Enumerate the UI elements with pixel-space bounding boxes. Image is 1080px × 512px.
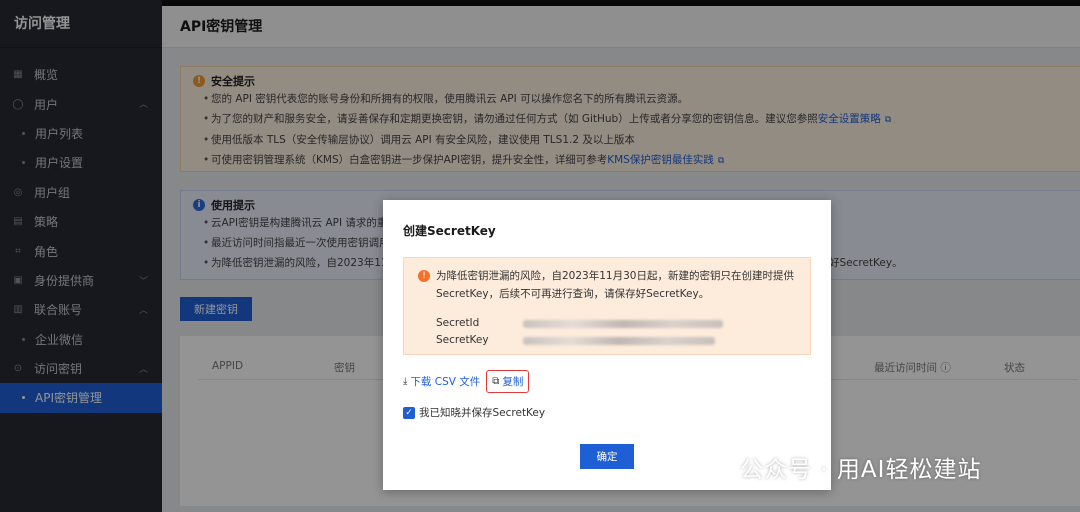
copy-label: 复制 [502, 375, 524, 388]
warning-icon: ! [418, 270, 430, 282]
download-csv-link[interactable]: ⤓ 下载 CSV 文件 [403, 374, 480, 389]
download-icon: ⤓ [403, 375, 408, 387]
secret-key-value-redacted [523, 337, 715, 345]
download-label: 下载 CSV 文件 [410, 375, 481, 388]
dialog-title: 创建SecretKey [403, 224, 496, 238]
acknowledge-row: ✓ 我已知晓并保存SecretKey [403, 405, 545, 420]
warning-text: 为降低密钥泄漏的风险，自2023年11月30日起，新建的密钥只在创建时提供Sec… [436, 270, 794, 300]
copy-icon: ⧉ [492, 375, 500, 387]
acknowledge-label: 我已知晓并保存SecretKey [419, 407, 546, 419]
confirm-button[interactable]: 确定 [580, 444, 634, 469]
secret-key-label: SecretKey [436, 334, 489, 346]
watermark-text: 公众号 · 用AI轻松建站 [740, 457, 982, 483]
secret-id-label: SecretId [436, 317, 480, 329]
wechat-icon [694, 453, 730, 480]
dialog-actions: ⤓ 下载 CSV 文件 ⧉ 复制 [403, 369, 530, 393]
create-secretkey-dialog: 创建SecretKey ! 为降低密钥泄漏的风险，自2023年11月30日起，新… [383, 200, 831, 490]
watermark: 公众号 · 用AI轻松建站 [694, 450, 981, 484]
copy-button[interactable]: ⧉ 复制 [486, 369, 530, 393]
secret-id-value-redacted [523, 320, 723, 328]
acknowledge-checkbox[interactable]: ✓ [403, 406, 415, 419]
